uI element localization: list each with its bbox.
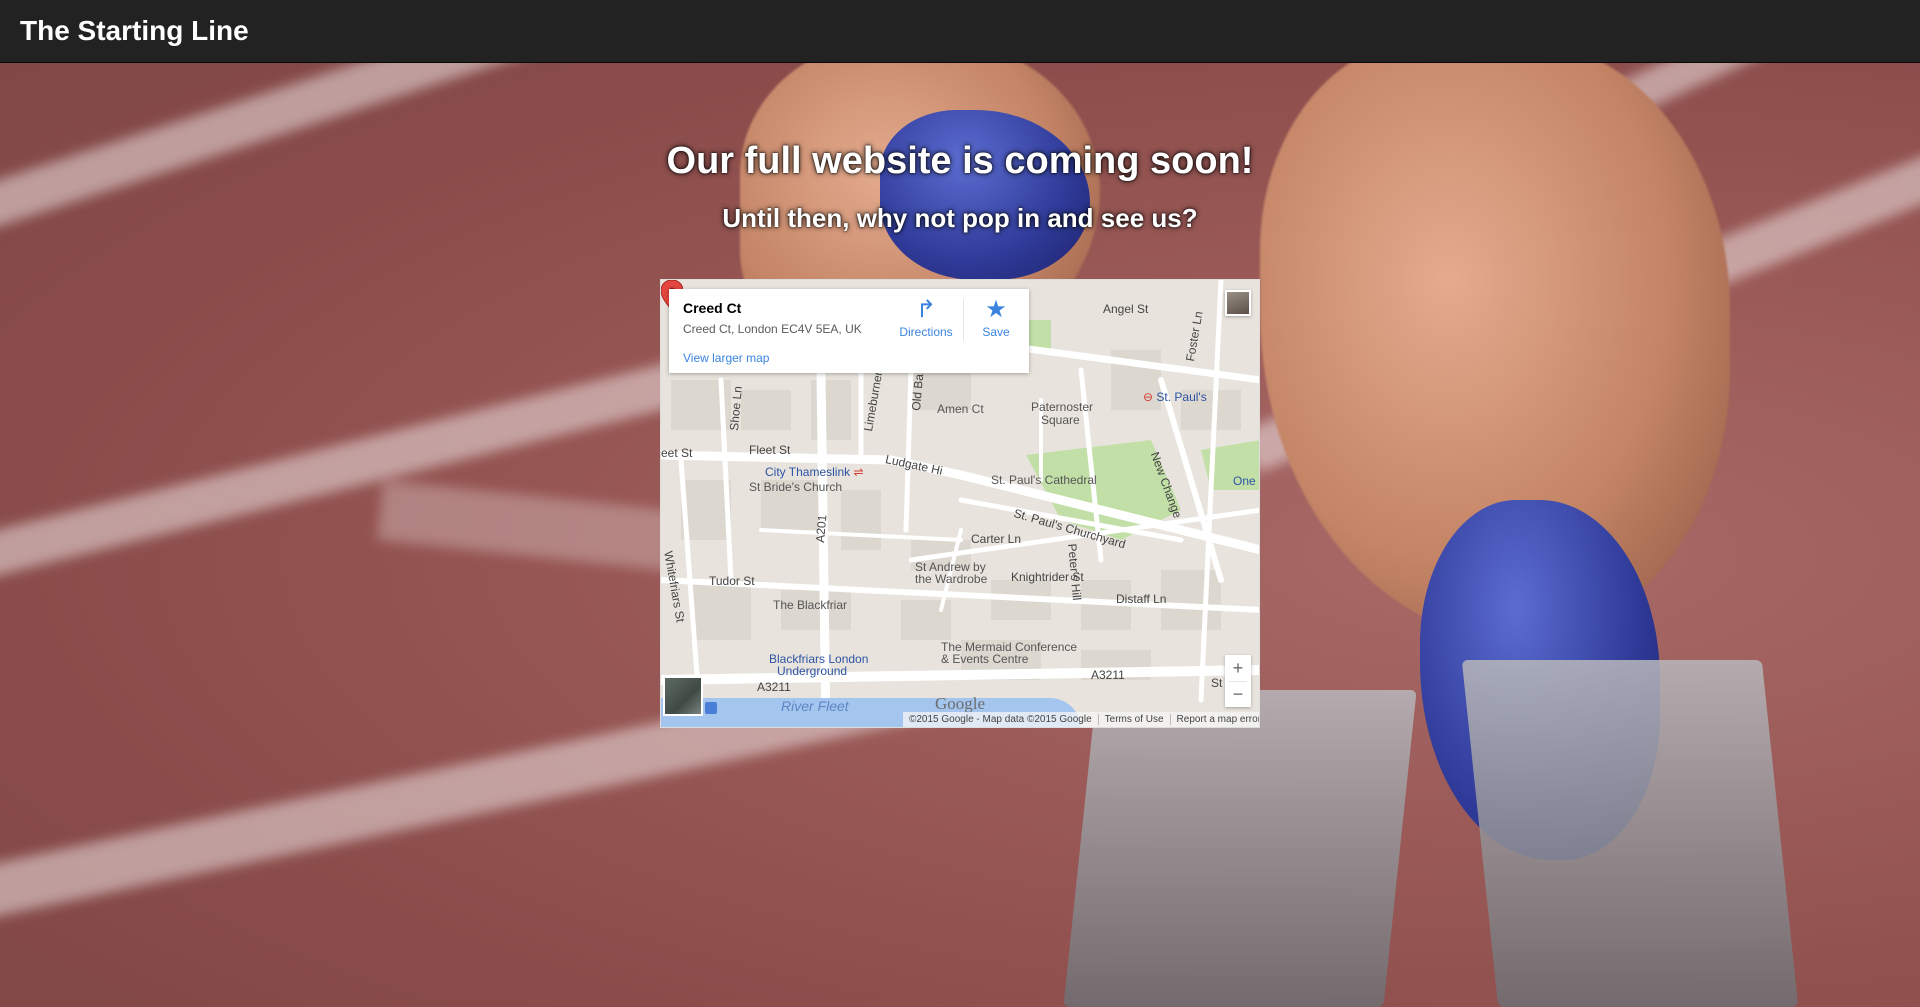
map-label: & Events Centre: [941, 652, 1029, 666]
map-label: eet St: [661, 446, 693, 460]
directions-label: Directions: [899, 325, 953, 339]
map-label: Amen Ct: [937, 402, 984, 416]
map-label: A3211: [1091, 668, 1125, 682]
hero-subheading: Until then, why not pop in and see us?: [722, 203, 1198, 233]
map-attribution-bar: ©2015 Google - Map data ©2015 Google Ter…: [903, 712, 1259, 727]
map-attribution: ©2015 Google - Map data ©2015 Google: [909, 714, 1092, 725]
zoom-control: + −: [1225, 655, 1251, 707]
pegman-icon[interactable]: [705, 702, 717, 714]
divider: [1229, 681, 1247, 682]
map-label: Fleet St: [749, 443, 791, 457]
starting-block: [1063, 690, 1417, 1007]
save-label: Save: [982, 325, 1010, 339]
map-label: River Fleet: [781, 698, 849, 714]
zoom-out-button[interactable]: −: [1225, 681, 1251, 707]
map-label: Angel St: [1103, 302, 1149, 316]
place-title: Creed Ct: [683, 300, 742, 316]
save-button[interactable]: ★ Save: [961, 296, 1031, 340]
view-larger-map-link[interactable]: View larger map: [683, 351, 769, 365]
hero-heading: Our full website is coming soon!: [666, 140, 1254, 182]
map-label: A3211: [757, 680, 791, 694]
starting-block: [1461, 660, 1799, 1007]
report-error-link[interactable]: Report a map error: [1171, 714, 1259, 725]
user-avatar[interactable]: [1225, 290, 1251, 316]
map-label: Distaff Ln: [1116, 592, 1167, 606]
map-label: St Bride's Church: [749, 480, 842, 494]
place-info-card: Creed Ct Creed Ct, London EC4V 5EA, UK V…: [669, 289, 1029, 373]
map-label: the Wardrobe: [915, 572, 988, 586]
google-logo: Google: [935, 694, 986, 713]
map-label: St: [1211, 676, 1223, 690]
map-label: Tudor St: [709, 574, 755, 588]
map-label-city-thameslink: City Thameslink ⇌: [765, 465, 864, 479]
map-label-st-pauls-station: ⊖ St. Paul's: [1143, 390, 1207, 404]
navbar: The Starting Line: [0, 0, 1920, 63]
brand-link[interactable]: The Starting Line: [20, 15, 249, 47]
map-label: A201: [813, 514, 830, 544]
map-label: Carter Ln: [971, 532, 1022, 546]
map-label: St. Paul's Cathedral: [991, 473, 1097, 487]
terms-link[interactable]: Terms of Use: [1099, 714, 1170, 725]
directions-icon: ↱: [915, 296, 937, 323]
map-label: The Blackfriar: [773, 598, 848, 612]
zoom-in-button[interactable]: +: [1225, 655, 1251, 681]
train-icon: ⇌: [853, 465, 864, 479]
map-label: Square: [1041, 413, 1080, 427]
place-address: Creed Ct, London EC4V 5EA, UK: [683, 322, 862, 336]
satellite-toggle[interactable]: [663, 676, 703, 716]
embedded-map[interactable]: Angel St Foster Ln ⊖ St. Paul's Amen Ct …: [660, 279, 1260, 728]
directions-button[interactable]: ↱ Directions: [891, 296, 961, 340]
map-label: One: [1233, 474, 1256, 488]
hero: Our full website is coming soon! Until t…: [0, 140, 1920, 234]
star-icon: ★: [985, 296, 1007, 323]
map-label: Paternoster: [1031, 400, 1094, 414]
map-label: Underground: [777, 664, 848, 678]
